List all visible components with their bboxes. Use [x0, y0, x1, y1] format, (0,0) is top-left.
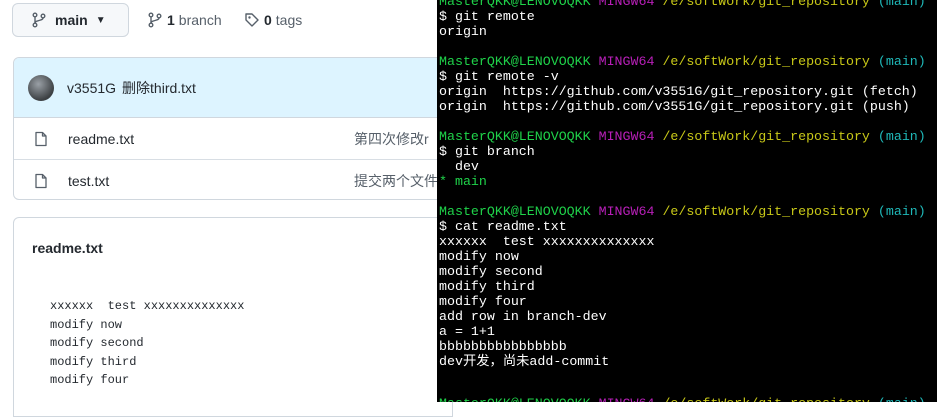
terminal-command: $ cat readme.txt	[439, 219, 567, 234]
file-commit-link[interactable]: 第四次修改r	[354, 129, 429, 149]
readme-line: modify four	[50, 373, 130, 387]
branch-select-button[interactable]: main ▼	[12, 3, 129, 37]
terminal-command: $ git remote -v	[439, 69, 559, 84]
latest-commit-bar: v3551G 删除third.txt	[14, 58, 452, 118]
terminal-output: origin	[439, 24, 487, 39]
file-icon	[35, 173, 47, 188]
terminal-output: origin https://github.com/v3551G/git_rep…	[439, 99, 910, 114]
caret-down-icon: ▼	[95, 14, 106, 26]
terminal-output: modify third	[439, 279, 535, 294]
terminal-output: xxxxxx test xxxxxxxxxxxxxx	[439, 234, 655, 249]
readme-panel: readme.txt xxxxxx test xxxxxxxxxxxxxx mo…	[13, 217, 453, 417]
file-row: readme.txt 第四次修改r	[14, 118, 452, 160]
branches-label: branch	[178, 12, 222, 28]
file-list: v3551G 删除third.txt readme.txt 第四次修改r tes…	[13, 57, 453, 200]
readme-line: modify third	[50, 354, 137, 369]
terminal-output: origin https://github.com/v3551G/git_rep…	[439, 84, 918, 99]
terminal-output: a = 1+1	[439, 324, 495, 339]
terminal-output: modify now	[439, 249, 519, 264]
tags-link[interactable]: 0 tags	[244, 12, 302, 28]
terminal-prompt: MasterQKK@LENOVOQKK MINGW64 /e/softWork/…	[439, 396, 926, 402]
file-commit-link[interactable]: 提交两个文件	[354, 171, 438, 191]
terminal-window[interactable]: MasterQKK@LENOVOQKK MINGW64 /e/softWork/…	[437, 0, 937, 402]
readme-line: xxxxxx test xxxxxxxxxxxxxx	[50, 299, 245, 313]
file-name-link[interactable]: readme.txt	[68, 131, 134, 147]
file-row: test.txt 提交两个文件	[14, 160, 452, 199]
terminal-prompt: MasterQKK@LENOVOQKK MINGW64 /e/softWork/…	[439, 204, 926, 219]
tags-count: 0	[264, 12, 272, 28]
terminal-command: $ git branch	[439, 144, 535, 159]
commit-author[interactable]: v3551G	[67, 80, 116, 96]
terminal-prompt: MasterQKK@LENOVOQKK MINGW64 /e/softWork/…	[439, 0, 926, 9]
terminal-output: dev	[439, 159, 479, 174]
terminal-prompt: MasterQKK@LENOVOQKK MINGW64 /e/softWork/…	[439, 54, 926, 69]
git-branch-icon	[32, 12, 46, 28]
readme-content: xxxxxx test xxxxxxxxxxxxxx modify now mo…	[50, 297, 244, 390]
readme-title[interactable]: readme.txt	[32, 240, 103, 256]
tag-icon	[245, 13, 259, 27]
terminal-output: modify second	[439, 264, 543, 279]
git-branch-icon	[148, 12, 162, 28]
commit-message[interactable]: 删除third.txt	[122, 78, 196, 98]
branches-count: 1	[167, 12, 175, 28]
terminal-output: modify four	[439, 294, 527, 309]
terminal-output: bbbbbbbbbbbbbbbb	[439, 339, 567, 354]
readme-line: modify now	[50, 317, 123, 332]
github-repo-pane: main ▼ 1 branch 0 tags v3551G 删除third.tx…	[0, 0, 453, 417]
file-icon	[35, 131, 47, 146]
branches-link[interactable]: 1 branch	[147, 12, 222, 28]
file-name-link[interactable]: test.txt	[68, 173, 109, 189]
terminal-output-current-branch: * main	[439, 174, 487, 189]
branch-select-label: main	[55, 12, 88, 28]
terminal-prompt: MasterQKK@LENOVOQKK MINGW64 /e/softWork/…	[439, 129, 926, 144]
terminal-output: dev开发，尚未add-commit	[439, 354, 610, 369]
terminal-command: $ git remote	[439, 9, 535, 24]
tags-label: tags	[275, 12, 303, 28]
readme-line: modify second	[50, 336, 144, 350]
avatar[interactable]	[28, 74, 54, 101]
terminal-output: add row in branch-dev	[439, 309, 607, 324]
